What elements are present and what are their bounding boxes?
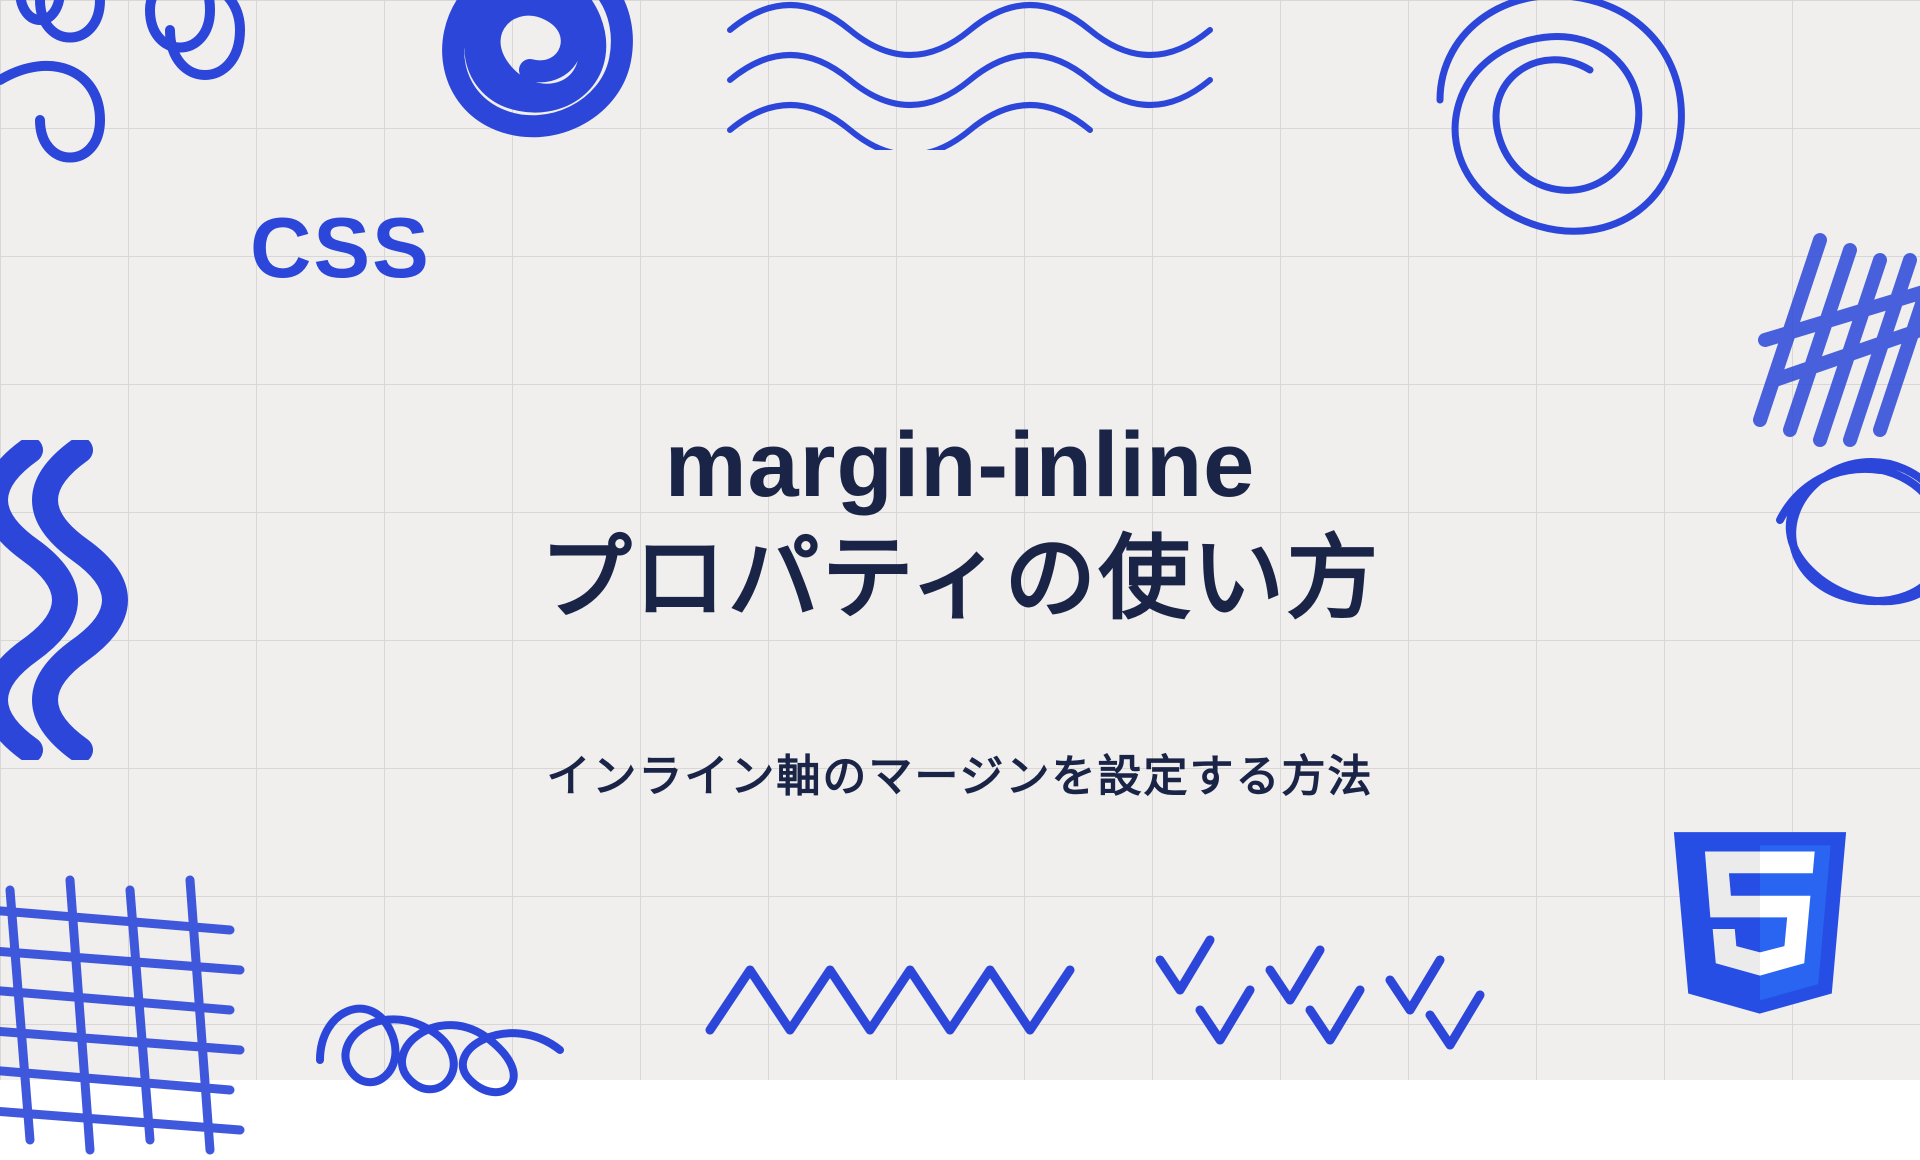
- doodle-scribble-ball-icon: [420, 0, 660, 170]
- doodle-zigzag-icon: [700, 940, 1100, 1060]
- poster-canvas: CSS margin-inline プロパティの使い方 インライン軸のマージンを…: [0, 0, 1920, 1080]
- doodle-swirl-icon: [1390, 0, 1740, 250]
- doodle-loops-icon: [0, 0, 320, 180]
- doodle-wave-lines-icon: [720, 0, 1240, 150]
- category-label: CSS: [250, 200, 431, 298]
- css3-shield-icon: [1660, 815, 1860, 1040]
- doodle-checkmarks-icon: [1140, 920, 1520, 1060]
- title-line-2: プロパティの使い方: [540, 520, 1380, 640]
- doodle-crayon-mark-icon: [1720, 200, 1920, 460]
- doodle-tangle-icon: [1750, 420, 1920, 620]
- title-line-1: margin-inline: [540, 410, 1380, 520]
- subtitle: インライン軸のマージンを設定する方法: [546, 740, 1373, 804]
- doodle-horizontal-loops-icon: [300, 960, 600, 1120]
- main-title: margin-inline プロパティの使い方: [540, 410, 1380, 640]
- doodle-dense-scribble-icon: [0, 860, 270, 1160]
- doodle-vertical-wave-icon: [0, 440, 140, 760]
